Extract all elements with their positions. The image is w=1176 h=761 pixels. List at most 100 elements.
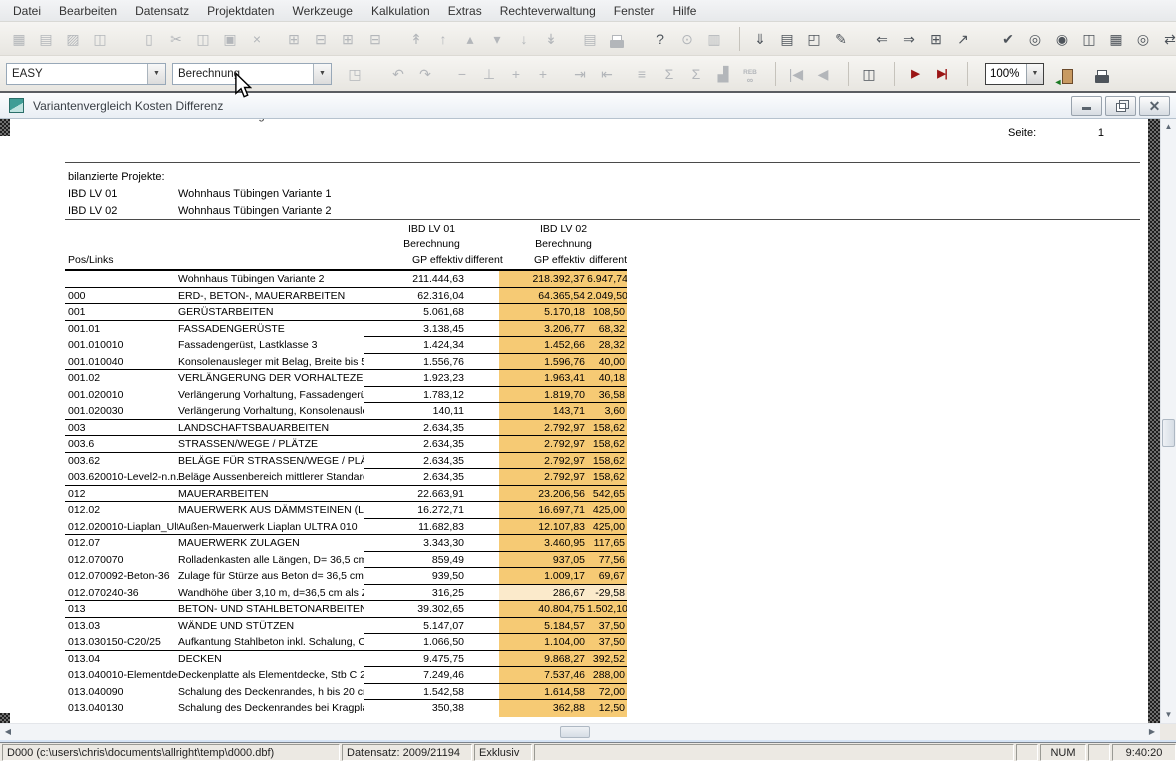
search-global-icon[interactable]: ◎ bbox=[1132, 28, 1154, 50]
menu-item-projektdaten[interactable]: Projektdaten bbox=[198, 1, 283, 21]
document-titlebar[interactable]: Variantenvergleich Kosten Differenz ✕ bbox=[0, 93, 1176, 119]
chevron-down-icon[interactable]: ▼ bbox=[147, 64, 165, 84]
reb-icon[interactable]: REB∞ bbox=[739, 63, 761, 85]
description-cell: Verlängerung Vorhaltung, Konsolenauslege… bbox=[178, 403, 364, 420]
horizontal-scroll-thumb[interactable] bbox=[560, 726, 590, 738]
insert-position-icon[interactable]: ⊥ bbox=[478, 63, 500, 85]
image-view-icon[interactable]: ▨ bbox=[62, 28, 84, 50]
document-stack-icon[interactable]: ◫ bbox=[1078, 28, 1100, 50]
previous-record-button[interactable]: ◀ bbox=[812, 63, 834, 85]
copy-icon[interactable]: ◫ bbox=[192, 28, 214, 50]
print-button[interactable] bbox=[1091, 63, 1113, 85]
undo-icon[interactable]: ↶ bbox=[387, 63, 409, 85]
columns-icon[interactable]: ▥ bbox=[703, 28, 725, 50]
table-row: 013.040010-ElementdeckDeckenplatte als E… bbox=[65, 667, 627, 684]
menu-item-werkzeuge[interactable]: Werkzeuge bbox=[283, 1, 361, 21]
partial-sum-icon[interactable]: Σ bbox=[658, 63, 680, 85]
close-button[interactable]: ✕ bbox=[1139, 96, 1170, 116]
form-view-icon[interactable]: ▤ bbox=[579, 28, 601, 50]
move-up-fast-icon[interactable]: ↑ bbox=[432, 28, 454, 50]
delete-icon[interactable]: × bbox=[246, 28, 268, 50]
paste-icon[interactable]: ▣ bbox=[219, 28, 241, 50]
jump-forward-icon[interactable]: ⇒ bbox=[898, 28, 920, 50]
add-sub-position-icon[interactable]: + bbox=[532, 63, 554, 85]
list-view-icon[interactable]: ≡ bbox=[631, 63, 653, 85]
help-icon[interactable]: ? bbox=[649, 28, 671, 50]
gp-effektiv-1-cell: 2.634,35 bbox=[364, 420, 466, 437]
move-last-icon[interactable]: ↡ bbox=[540, 28, 562, 50]
report-view-icon[interactable]: ▤ bbox=[35, 28, 57, 50]
scroll-down-arrow[interactable]: ▼ bbox=[1161, 707, 1176, 723]
picture-view-icon[interactable]: ▦ bbox=[8, 28, 30, 50]
search-document-icon[interactable]: ◎ bbox=[1024, 28, 1046, 50]
search-next-document-icon[interactable]: ◉ bbox=[1051, 28, 1073, 50]
catalog-view-icon[interactable]: ◫ bbox=[89, 28, 111, 50]
chart-icon[interactable]: ▟ bbox=[712, 63, 734, 85]
restore-button[interactable] bbox=[1105, 96, 1136, 116]
first-record-button[interactable]: |◀ bbox=[785, 63, 807, 85]
last-record-button[interactable]: ▶| bbox=[931, 63, 953, 85]
search-icon[interactable]: ⊙ bbox=[676, 28, 698, 50]
exit-preview-button[interactable] bbox=[1056, 63, 1078, 85]
move-first-icon[interactable]: ↟ bbox=[405, 28, 427, 50]
tree-edit-icon[interactable]: ⊟ bbox=[310, 28, 332, 50]
chevron-down-icon[interactable]: ▼ bbox=[313, 64, 331, 84]
move-down-icon[interactable]: ▾ bbox=[486, 28, 508, 50]
vertical-scroll-thumb[interactable] bbox=[1162, 419, 1175, 447]
close-icon: ✕ bbox=[1149, 98, 1161, 114]
export-document-icon[interactable]: ◰ bbox=[803, 28, 825, 50]
toolbar-spacer bbox=[623, 73, 631, 74]
tree-insert-icon[interactable]: ⊞ bbox=[283, 28, 305, 50]
menu-item-kalkulation[interactable]: Kalkulation bbox=[362, 1, 439, 21]
scroll-right-arrow[interactable]: ▶ bbox=[1144, 724, 1160, 740]
project-name: Wohnhaus Tübingen Variante 2 bbox=[178, 205, 332, 217]
horizontal-scrollbar[interactable]: ◀ ▶ bbox=[0, 723, 1176, 740]
document-table-icon[interactable]: ▦ bbox=[1105, 28, 1127, 50]
open-report-icon[interactable]: ◳ bbox=[344, 63, 366, 85]
menu-item-fenster[interactable]: Fenster bbox=[605, 1, 664, 21]
remove-row-icon[interactable]: − bbox=[451, 63, 473, 85]
gp-effektiv-1-cell: 2.634,35 bbox=[364, 436, 466, 453]
zoom-combobox[interactable]: 100% ▼ bbox=[985, 63, 1044, 85]
check-document-icon[interactable]: ✔ bbox=[997, 28, 1019, 50]
tree-indent-icon[interactable]: ⊞ bbox=[337, 28, 359, 50]
edit-document-icon[interactable]: ✎ bbox=[830, 28, 852, 50]
menu-item-bearbeiten[interactable]: Bearbeiten bbox=[50, 1, 126, 21]
scroll-left-arrow[interactable]: ◀ bbox=[0, 724, 16, 740]
address-book-icon[interactable]: ▤ bbox=[776, 28, 798, 50]
print-icon[interactable] bbox=[606, 28, 628, 50]
scroll-up-arrow[interactable]: ▲ bbox=[1161, 119, 1176, 135]
menu-item-datensatz[interactable]: Datensatz bbox=[126, 1, 198, 21]
menu-item-hilfe[interactable]: Hilfe bbox=[663, 1, 705, 21]
minimize-button[interactable] bbox=[1071, 96, 1102, 116]
move-up-icon[interactable]: ▴ bbox=[459, 28, 481, 50]
window-layout-icon[interactable]: ⊞ bbox=[925, 28, 947, 50]
copy-record-button[interactable]: ◫ bbox=[858, 63, 880, 85]
cut-icon[interactable]: ✂ bbox=[165, 28, 187, 50]
pin-icon[interactable]: ↗ bbox=[952, 28, 974, 50]
profile-combobox[interactable]: EASY ▼ bbox=[6, 63, 166, 85]
add-position-icon[interactable]: + bbox=[505, 63, 527, 85]
table-row: 012.07MAUERWERK ZULAGEN3.343,303.460,951… bbox=[65, 535, 627, 552]
toolbar-spacer bbox=[371, 73, 387, 74]
menu-item-extras[interactable]: Extras bbox=[439, 1, 491, 21]
jump-back-icon[interactable]: ⇐ bbox=[871, 28, 893, 50]
sum-icon[interactable]: Σ bbox=[685, 63, 707, 85]
view-combobox[interactable]: Berechnung ▼ bbox=[172, 63, 332, 85]
next-record-button[interactable]: ▶ bbox=[904, 63, 926, 85]
indent-icon[interactable]: ⇥ bbox=[569, 63, 591, 85]
vertical-scrollbar[interactable]: ▲ ▼ bbox=[1160, 119, 1176, 723]
tree-outdent-icon[interactable]: ⊟ bbox=[364, 28, 386, 50]
different-1-cell bbox=[466, 634, 499, 651]
new-record-icon[interactable]: ▯ bbox=[138, 28, 160, 50]
redo-icon[interactable]: ↷ bbox=[414, 63, 436, 85]
import-icon[interactable]: ⇓ bbox=[749, 28, 771, 50]
different-1-cell bbox=[466, 700, 499, 717]
menu-item-rechteverwaltung[interactable]: Rechteverwaltung bbox=[491, 1, 605, 21]
move-down-fast-icon[interactable]: ↓ bbox=[513, 28, 535, 50]
outdent-icon[interactable]: ⇤ bbox=[596, 63, 618, 85]
transfer-icon[interactable]: ⇄ bbox=[1159, 28, 1176, 50]
toolbar-main: ▦▤▨◫▯✂◫▣×⊞⊟⊞⊟↟↑▴▾↓↡▤?⊙▥⇓▤◰✎⇐⇒⊞↗✔◎◉◫▦◎⇄ bbox=[0, 22, 1176, 56]
chevron-down-icon[interactable]: ▼ bbox=[1026, 64, 1043, 84]
menu-item-datei[interactable]: Datei bbox=[4, 1, 50, 21]
